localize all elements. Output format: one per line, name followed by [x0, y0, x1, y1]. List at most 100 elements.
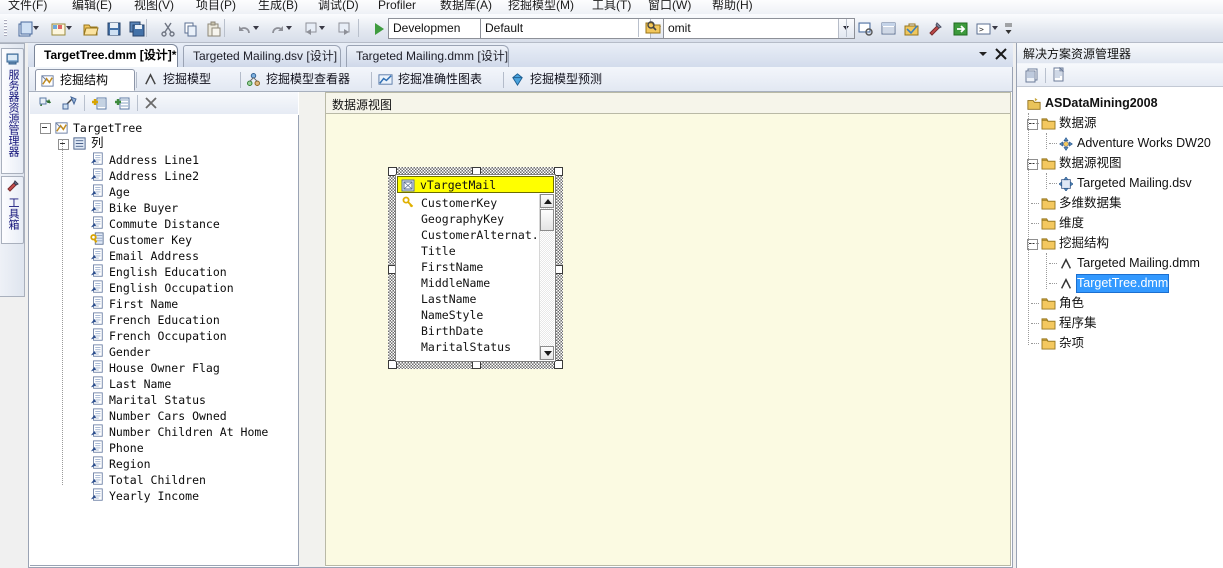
- toolbar-overflow-icon[interactable]: [1004, 19, 1013, 37]
- add-table-icon[interactable]: [92, 95, 108, 111]
- table-column-row[interactable]: CustomerKey: [421, 195, 497, 211]
- toolbox-vtab[interactable]: 工具箱: [1, 176, 24, 244]
- designer-tab-2[interactable]: 挖掘模型查看器: [242, 69, 370, 91]
- solution-node-10[interactable]: 角色: [1059, 295, 1084, 312]
- properties-icon[interactable]: [1025, 67, 1041, 83]
- table-column-row[interactable]: MaritalStatus: [421, 339, 511, 355]
- menu-item-0[interactable]: 文件(F): [8, 0, 47, 13]
- document-tab-0[interactable]: TargetTree.dmm [设计]*: [34, 44, 178, 67]
- solution-node-0[interactable]: ASDataMining2008: [1045, 95, 1158, 112]
- solution-node-5[interactable]: 多维数据集: [1059, 195, 1122, 212]
- table-column-row[interactable]: LastName: [421, 291, 476, 307]
- solution-node-11[interactable]: 程序集: [1059, 315, 1097, 332]
- cut-icon[interactable]: [157, 18, 179, 40]
- designer-tab-label: 挖掘结构: [60, 73, 109, 87]
- table-title-bar[interactable]: vTargetMail: [397, 176, 554, 193]
- menu-item-3[interactable]: 项目(P): [196, 0, 236, 13]
- designer-tab-1[interactable]: 挖掘模型: [139, 69, 239, 91]
- open-file-icon[interactable]: [80, 18, 102, 40]
- find-combo[interactable]: omit: [663, 18, 855, 39]
- find-in-files-icon[interactable]: [645, 20, 661, 35]
- tab-list-chevron-icon[interactable]: [975, 46, 991, 62]
- refresh-structure-icon[interactable]: [38, 95, 54, 111]
- table-column-row[interactable]: CustomerAlternat...: [421, 227, 553, 243]
- toolbox-icon[interactable]: [901, 18, 923, 40]
- solution-node-8[interactable]: Targeted Mailing.dmm: [1077, 255, 1200, 272]
- menu-item-7[interactable]: 数据库(A): [440, 0, 492, 13]
- menu-item-6[interactable]: Profiler: [378, 0, 416, 13]
- object-browser-icon[interactable]: [855, 18, 877, 40]
- document-tab-2[interactable]: Targeted Mailing.dmm [设计]: [346, 45, 509, 67]
- add-column-icon[interactable]: [115, 95, 131, 111]
- table-column-row[interactable]: GeographyKey: [421, 211, 504, 227]
- designer-tab-4[interactable]: 挖掘模型预测: [506, 69, 622, 91]
- expander-icon[interactable]: [40, 123, 51, 134]
- toolbar-grip[interactable]: [4, 19, 7, 37]
- menu-item-9[interactable]: 工具(T): [592, 0, 631, 13]
- expander-icon[interactable]: [58, 139, 69, 150]
- solution-explorer-toolbar: [1017, 64, 1223, 87]
- dsv-header: 数据源视图: [325, 92, 1011, 114]
- solution-explorer-tree[interactable]: ASDataMining2008 数据源 Adventure Works DW20 数…: [1017, 87, 1223, 568]
- table-vertical-scrollbar[interactable]: [539, 194, 554, 360]
- scroll-up-icon[interactable]: [540, 194, 554, 208]
- table-column-row[interactable]: Title: [421, 243, 456, 259]
- tab-separator: [371, 72, 372, 88]
- menu-item-1[interactable]: 编辑(E): [72, 0, 112, 13]
- mining-structure-tree[interactable]: TargetTree 列 Address Line1 Address Line2 Age…: [30, 115, 299, 566]
- solution-node-9[interactable]: TargetTree.dmm: [1075, 274, 1170, 293]
- menu-item-10[interactable]: 窗口(W): [648, 0, 691, 13]
- menu-item-4[interactable]: 生成(B): [258, 0, 298, 13]
- tree-connector: [1031, 203, 1039, 204]
- new-project-dropdown-arrow[interactable]: [33, 26, 40, 32]
- solution-node-12[interactable]: 杂项: [1059, 335, 1084, 352]
- undo-dropdown-arrow[interactable]: [253, 26, 260, 32]
- properties-window-icon[interactable]: [878, 18, 900, 40]
- solution-node-3[interactable]: 数据源视图: [1059, 155, 1122, 172]
- table-column-row[interactable]: MiddleName: [421, 275, 490, 291]
- scrollbar-thumb[interactable]: [540, 209, 554, 231]
- solution-node-2[interactable]: Adventure Works DW20: [1077, 135, 1211, 152]
- menu-item-11[interactable]: 帮助(H): [712, 0, 753, 13]
- solution-node-7[interactable]: 挖掘结构: [1059, 235, 1109, 252]
- solution-node-1[interactable]: 数据源: [1059, 115, 1097, 132]
- document-tab-1[interactable]: Targeted Mailing.dsv [设计]: [183, 45, 341, 67]
- designer-tab-3[interactable]: 挖掘准确性图表: [374, 69, 502, 91]
- scroll-down-icon[interactable]: [540, 346, 554, 360]
- tree-connector: [1049, 143, 1057, 144]
- show-all-files-icon[interactable]: [1051, 66, 1067, 83]
- delete-icon[interactable]: [144, 96, 158, 110]
- tree-node-label: Bike Buyer: [109, 201, 179, 215]
- table-column-row[interactable]: BirthDate: [421, 323, 483, 339]
- paste-icon[interactable]: [203, 18, 225, 40]
- dsv-canvas[interactable]: vTargetMail CustomerKey GeographyKey Custo…: [325, 114, 1011, 566]
- solution-node-4[interactable]: Targeted Mailing.dsv: [1077, 175, 1192, 192]
- copy-icon[interactable]: [180, 18, 202, 40]
- tab-close-icon[interactable]: [993, 46, 1009, 62]
- tree-node-label: French Education: [109, 313, 220, 327]
- nav-back-dropdown-arrow[interactable]: [319, 26, 326, 32]
- vertical-splitter[interactable]: [299, 92, 325, 567]
- solution-explorer-header: 解决方案资源管理器: [1017, 43, 1223, 63]
- dsv-table-vtargetmail[interactable]: vTargetMail CustomerKey GeographyKey Custo…: [388, 167, 563, 369]
- menu-item-5[interactable]: 调试(D): [318, 0, 359, 13]
- table-column-row[interactable]: NameStyle: [421, 307, 483, 323]
- redo-dropdown-arrow[interactable]: [286, 26, 293, 32]
- menu-item-8[interactable]: 挖掘模型(M): [508, 0, 574, 13]
- deploy-icon[interactable]: [950, 18, 972, 40]
- save-all-icon[interactable]: [126, 18, 148, 40]
- tree-node-label: Marital Status: [109, 393, 206, 407]
- toolbar-right-dropdown-arrow[interactable]: [992, 26, 999, 32]
- new-item-dropdown-arrow[interactable]: [66, 26, 73, 32]
- navigate-forward-icon[interactable]: [333, 18, 355, 40]
- start-debug-icon[interactable]: [368, 18, 390, 40]
- related-columns-icon[interactable]: [62, 95, 78, 111]
- server-explorer-vtab[interactable]: 服务器资源管理器: [1, 48, 24, 174]
- options-icon[interactable]: [924, 18, 946, 40]
- solution-node-6[interactable]: 维度: [1059, 215, 1084, 232]
- save-icon[interactable]: [103, 18, 125, 40]
- designer-tab-0[interactable]: 挖掘结构: [35, 69, 135, 91]
- table-column-list[interactable]: CustomerKey GeographyKey CustomerAlternat.…: [397, 194, 554, 360]
- menu-item-2[interactable]: 视图(V): [134, 0, 174, 13]
- table-column-row[interactable]: FirstName: [421, 259, 483, 275]
